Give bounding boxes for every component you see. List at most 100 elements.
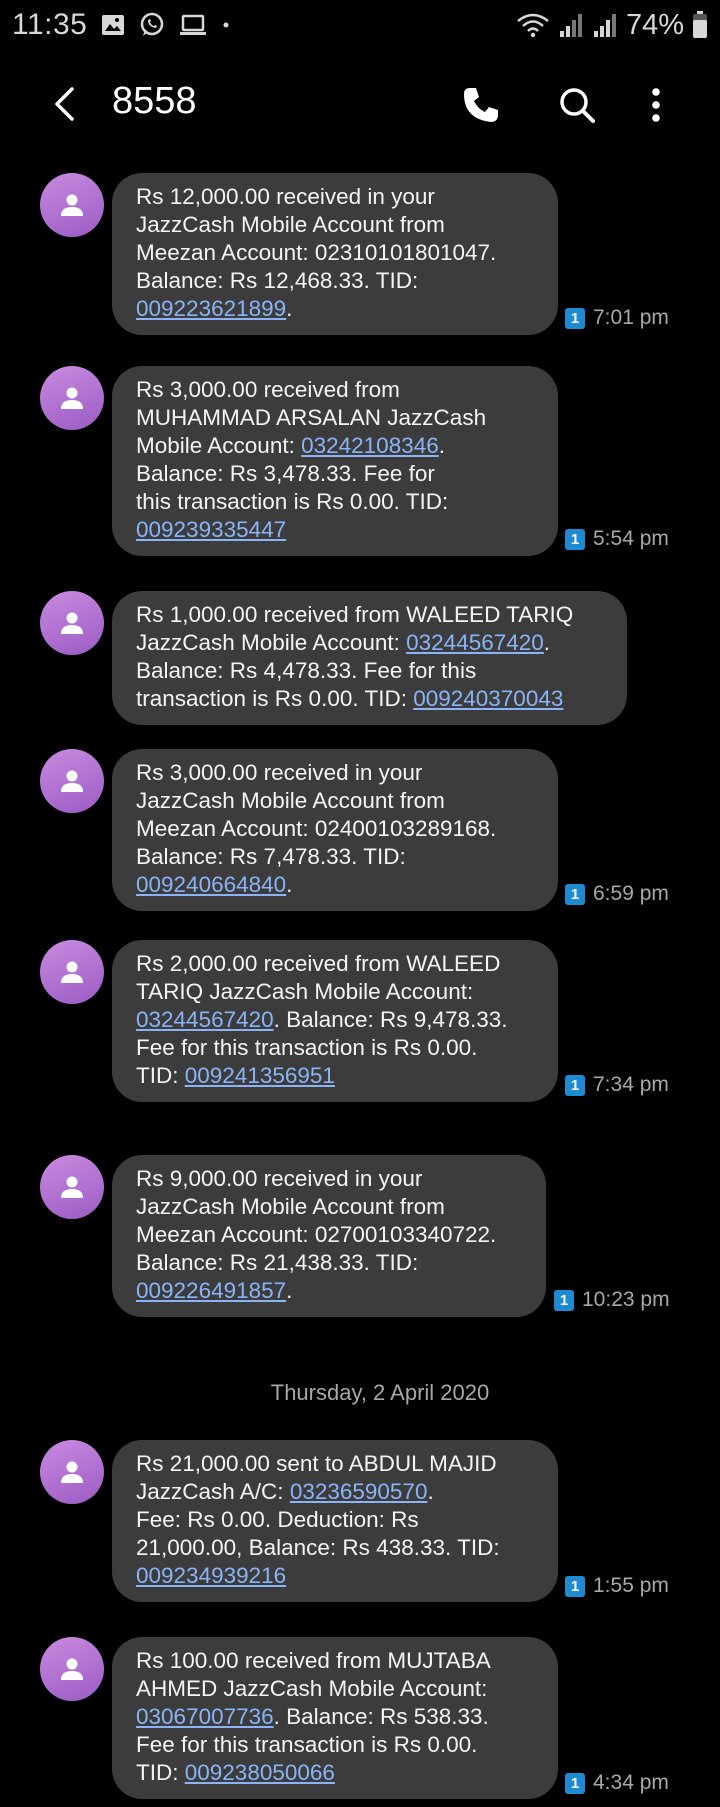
message-line: Meezan Account: 02700103340722.	[136, 1221, 522, 1249]
message-line: 009234939216	[136, 1562, 534, 1590]
contact-avatar[interactable]	[40, 1637, 104, 1701]
message-text: Rs 3,000.00 received in your	[136, 760, 423, 785]
message-line: Balance: Rs 7,478.33. TID:	[136, 843, 534, 871]
message-text: Rs 12,000.00 received in your	[136, 184, 435, 209]
message-bubble[interactable]: Rs 12,000.00 received in your JazzCash Mo…	[112, 173, 558, 335]
message-line: Balance: Rs 12,468.33. TID:	[136, 267, 534, 295]
message-meta: 1 1:55 pm	[565, 1574, 669, 1598]
message-timestamp: 6:59 pm	[593, 882, 669, 905]
message-text: transaction is Rs 0.00. TID:	[136, 686, 414, 711]
person-icon	[61, 387, 83, 409]
contact-avatar[interactable]	[40, 591, 104, 655]
message-line: Balance: Rs 21,438.33. TID:	[136, 1249, 522, 1277]
message-text: JazzCash Mobile Account from	[136, 1194, 445, 1219]
message-text: Meezan Account: 02400103289168.	[136, 816, 497, 841]
person-icon	[61, 961, 83, 983]
person-icon	[61, 194, 83, 216]
message-text: Meezan Account: 02700103340722.	[136, 1222, 497, 1247]
message-text: AHMED JazzCash Mobile Account:	[136, 1676, 488, 1701]
phone-number-link[interactable]: 009238050066	[185, 1760, 335, 1785]
message-text: Rs 3,000.00 received from	[136, 377, 400, 402]
message-bubble[interactable]: Rs 2,000.00 received from WALEED TARIQ Ja…	[112, 940, 558, 1102]
message-timestamp: 10:23 pm	[582, 1288, 670, 1311]
message-text: .	[427, 1479, 434, 1504]
contact-avatar[interactable]	[40, 1440, 104, 1504]
message-text: Balance: Rs 7,478.33. TID:	[136, 844, 406, 869]
sim-badge-icon: 1	[565, 307, 585, 329]
phone-number-link[interactable]: 009239335447	[136, 517, 286, 542]
message-text: Fee: Rs 0.00. Deduction: Rs	[136, 1507, 419, 1532]
message-bubble[interactable]: Rs 1,000.00 received from WALEED TARIQ Ja…	[112, 591, 627, 725]
message-meta: 1 7:01 pm	[565, 306, 669, 330]
person-icon	[61, 770, 83, 792]
message-line: Balance: Rs 3,478.33. Fee for	[136, 460, 534, 488]
sim-badge-icon: 1	[554, 1289, 574, 1311]
message-bubble[interactable]: Rs 3,000.00 received in your JazzCash Mob…	[112, 749, 558, 911]
phone-number-link[interactable]: 03067007736	[136, 1704, 274, 1729]
message-line: 03067007736. Balance: Rs 538.33.	[136, 1703, 534, 1731]
message-bubble[interactable]: Rs 100.00 received from MUJTABA AHMED Jaz…	[112, 1637, 558, 1799]
message-bubble[interactable]: Rs 21,000.00 sent to ABDUL MAJID JazzCash…	[112, 1440, 558, 1602]
person-icon	[61, 1176, 83, 1198]
message-line: Fee for this transaction is Rs 0.00.	[136, 1034, 534, 1062]
message-line: Rs 3,000.00 received from	[136, 376, 534, 404]
message-text: Balance: Rs 21,438.33. TID:	[136, 1250, 419, 1275]
message-timestamp: 7:34 pm	[593, 1073, 669, 1096]
message-line: MUHAMMAD ARSALAN JazzCash	[136, 404, 534, 432]
message-text: Balance: Rs 4,478.33. Fee for this	[136, 658, 477, 683]
sim-badge-icon: 1	[565, 1772, 585, 1794]
message-text: Mobile Account:	[136, 433, 302, 458]
message-line: TID: 009238050066	[136, 1759, 534, 1787]
message-line: Rs 21,000.00 sent to ABDUL MAJID	[136, 1450, 534, 1478]
message-line: JazzCash A/C: 03236590570.	[136, 1478, 534, 1506]
contact-avatar[interactable]	[40, 173, 104, 237]
message-line: Rs 3,000.00 received in your	[136, 759, 534, 787]
person-icon	[61, 612, 83, 634]
message-text: Rs 9,000.00 received in your	[136, 1166, 423, 1191]
message-line: JazzCash Mobile Account from	[136, 211, 534, 239]
phone-number-link[interactable]: 009226491857	[136, 1278, 286, 1303]
person-icon	[61, 1461, 83, 1483]
contact-avatar[interactable]	[40, 940, 104, 1004]
phone-number-link[interactable]: 009241356951	[185, 1063, 335, 1088]
message-list[interactable]: Rs 12,000.00 received in your JazzCash Mo…	[0, 0, 720, 1807]
message-text: 21,000.00, Balance: Rs 438.33. TID:	[136, 1535, 500, 1560]
message-line: 009240664840.	[136, 871, 534, 899]
phone-number-link[interactable]: 03244567420	[136, 1007, 274, 1032]
contact-avatar[interactable]	[40, 366, 104, 430]
message-bubble[interactable]: Rs 9,000.00 received in your JazzCash Mob…	[112, 1155, 546, 1317]
message-line: transaction is Rs 0.00. TID: 00924037004…	[136, 685, 603, 713]
phone-number-link[interactable]: 03242108346	[301, 433, 439, 458]
message-line: AHMED JazzCash Mobile Account:	[136, 1675, 534, 1703]
message-text: TARIQ JazzCash Mobile Account:	[136, 979, 474, 1004]
message-text: JazzCash A/C:	[136, 1479, 290, 1504]
phone-number-link[interactable]: 03244567420	[406, 630, 544, 655]
message-meta: 1 7:34 pm	[565, 1073, 669, 1097]
message-line: Fee: Rs 0.00. Deduction: Rs	[136, 1506, 534, 1534]
message-timestamp: 7:01 pm	[593, 306, 669, 329]
message-text: Balance: Rs 12,468.33. TID:	[136, 268, 419, 293]
message-bubble[interactable]: Rs 3,000.00 received from MUHAMMAD ARSALA…	[112, 366, 558, 556]
phone-number-link[interactable]: 03236590570	[290, 1479, 428, 1504]
contact-avatar[interactable]	[40, 749, 104, 813]
message-line: Rs 2,000.00 received from WALEED	[136, 950, 534, 978]
message-line: Rs 1,000.00 received from WALEED TARIQ	[136, 601, 603, 629]
phone-number-link[interactable]: 009223621899	[136, 296, 286, 321]
message-timestamp: 1:55 pm	[593, 1574, 669, 1597]
message-text: JazzCash Mobile Account from	[136, 212, 445, 237]
message-line: Meezan Account: 02400103289168.	[136, 815, 534, 843]
phone-number-link[interactable]: 009234939216	[136, 1563, 286, 1588]
message-text: Fee for this transaction is Rs 0.00.	[136, 1035, 478, 1060]
message-line: JazzCash Mobile Account from	[136, 1193, 522, 1221]
message-line: 009223621899.	[136, 295, 534, 323]
message-text: TID:	[136, 1760, 185, 1785]
message-text: JazzCash Mobile Account:	[136, 630, 407, 655]
message-line: 03244567420. Balance: Rs 9,478.33.	[136, 1006, 534, 1034]
contact-avatar[interactable]	[40, 1155, 104, 1219]
message-line: Rs 9,000.00 received in your	[136, 1165, 522, 1193]
message-line: Meezan Account: 02310101801047.	[136, 239, 534, 267]
message-line: 009239335447	[136, 516, 534, 544]
message-text: Rs 21,000.00 sent to ABDUL MAJID	[136, 1451, 497, 1476]
phone-number-link[interactable]: 009240664840	[136, 872, 286, 897]
phone-number-link[interactable]: 009240370043	[413, 686, 563, 711]
